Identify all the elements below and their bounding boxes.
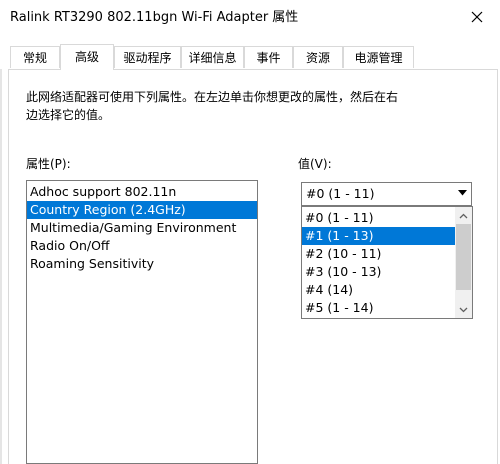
dropdown-arrow-icon <box>458 190 467 196</box>
value-dropdown[interactable]: #0 (1 - 11) <box>301 182 472 206</box>
left-frame-edge <box>0 69 2 464</box>
value-list-scrollbar[interactable] <box>455 207 472 318</box>
scroll-up-button[interactable] <box>455 207 472 224</box>
close-icon <box>471 11 483 23</box>
property-item-roaming-sensitivity[interactable]: Roaming Sensitivity <box>27 255 257 273</box>
window-title: Ralink RT3290 802.11bgn Wi-Fi Adapter 属性 <box>10 10 299 25</box>
value-label: 值(V): <box>298 157 332 171</box>
close-button[interactable] <box>454 0 500 34</box>
tab-driver[interactable]: 驱动程序 <box>114 46 181 68</box>
tab-details[interactable]: 详细信息 <box>181 46 244 68</box>
scroll-down-arrow-icon <box>459 307 468 312</box>
value-dropdown-selected: #0 (1 - 11) <box>306 186 375 201</box>
scroll-up-arrow-icon <box>459 213 468 218</box>
property-item-multimedia-gaming[interactable]: Multimedia/Gaming Environment <box>27 219 257 237</box>
value-option-4[interactable]: #4 (14) <box>302 281 456 299</box>
value-option-1[interactable]: #1 (1 - 13) <box>302 227 456 245</box>
scroll-down-button[interactable] <box>455 301 472 318</box>
value-option-0[interactable]: #0 (1 - 11) <box>302 209 456 227</box>
scroll-thumb[interactable] <box>456 224 471 290</box>
tab-events[interactable]: 事件 <box>244 46 293 68</box>
property-item-country-region[interactable]: Country Region (2.4GHz) <box>27 201 257 219</box>
property-item-adhoc-support[interactable]: Adhoc support 802.11n <box>27 183 257 201</box>
description-line-2: 边选择它的值。 <box>26 108 111 122</box>
tab-general[interactable]: 常规 <box>10 46 60 68</box>
description-line-1: 此网络适配器可使用下列属性。在左边单击你想更改的属性，然后在右 <box>26 90 399 104</box>
value-option-2[interactable]: #2 (10 - 11) <box>302 245 456 263</box>
value-option-5[interactable]: #5 (1 - 14) <box>302 299 456 317</box>
tab-resources[interactable]: 资源 <box>293 46 343 68</box>
tab-power-management[interactable]: 电源管理 <box>343 46 414 68</box>
title-bar[interactable]: Ralink RT3290 802.11bgn Wi-Fi Adapter 属性 <box>0 0 500 36</box>
advanced-description: 此网络适配器可使用下列属性。在左边单击你想更改的属性，然后在右 边选择它的值。 <box>26 88 436 124</box>
value-option-3[interactable]: #3 (10 - 13) <box>302 263 456 281</box>
property-list[interactable]: Adhoc support 802.11n Country Region (2.… <box>26 180 258 464</box>
value-options: #0 (1 - 11) #1 (1 - 13) #2 (10 - 11) #3 … <box>302 209 456 317</box>
properties-dialog: Ralink RT3290 802.11bgn Wi-Fi Adapter 属性… <box>0 0 500 464</box>
tab-strip: 常规 高级 驱动程序 详细信息 事件 资源 电源管理 <box>0 44 500 70</box>
value-dropdown-list[interactable]: #0 (1 - 11) #1 (1 - 13) #2 (10 - 11) #3 … <box>301 206 473 319</box>
property-label: 属性(P): <box>26 157 71 171</box>
property-item-radio-on-off[interactable]: Radio On/Off <box>27 237 257 255</box>
tab-advanced[interactable]: 高级 <box>60 44 114 70</box>
